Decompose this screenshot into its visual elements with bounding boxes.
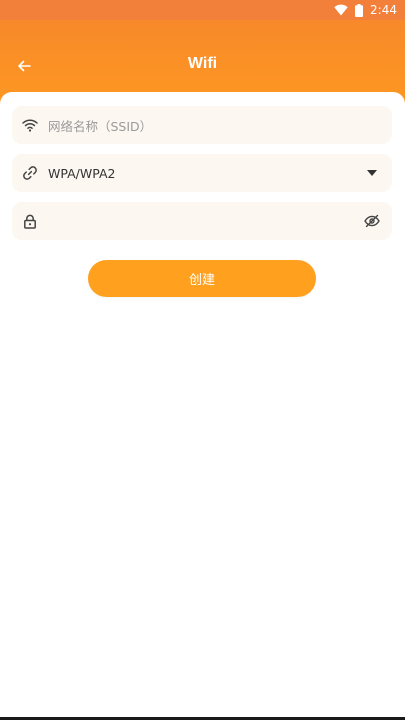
- caret-down-icon[interactable]: [360, 161, 384, 185]
- wifi-signal-icon: [334, 4, 348, 16]
- ssid-field[interactable]: 网络名称（SSID）: [12, 106, 392, 144]
- form-card: 网络名称（SSID） WPA/WPA2 创建: [0, 92, 405, 720]
- link-icon: [20, 163, 40, 183]
- eye-off-icon[interactable]: [360, 209, 384, 233]
- ssid-input[interactable]: 网络名称（SSID）: [48, 116, 392, 135]
- password-input[interactable]: [48, 206, 360, 236]
- security-value: WPA/WPA2: [48, 165, 116, 181]
- status-bar: 2:44: [0, 0, 405, 20]
- battery-icon: [355, 3, 364, 17]
- security-select[interactable]: WPA/WPA2: [12, 154, 392, 192]
- status-time: 2:44: [370, 3, 397, 17]
- password-field[interactable]: [12, 202, 392, 240]
- page-title: Wifi: [187, 55, 218, 72]
- wifi-icon: [20, 115, 40, 135]
- status-icons: 2:44: [334, 0, 397, 20]
- lock-icon: [20, 211, 40, 231]
- create-button[interactable]: 创建: [88, 260, 316, 297]
